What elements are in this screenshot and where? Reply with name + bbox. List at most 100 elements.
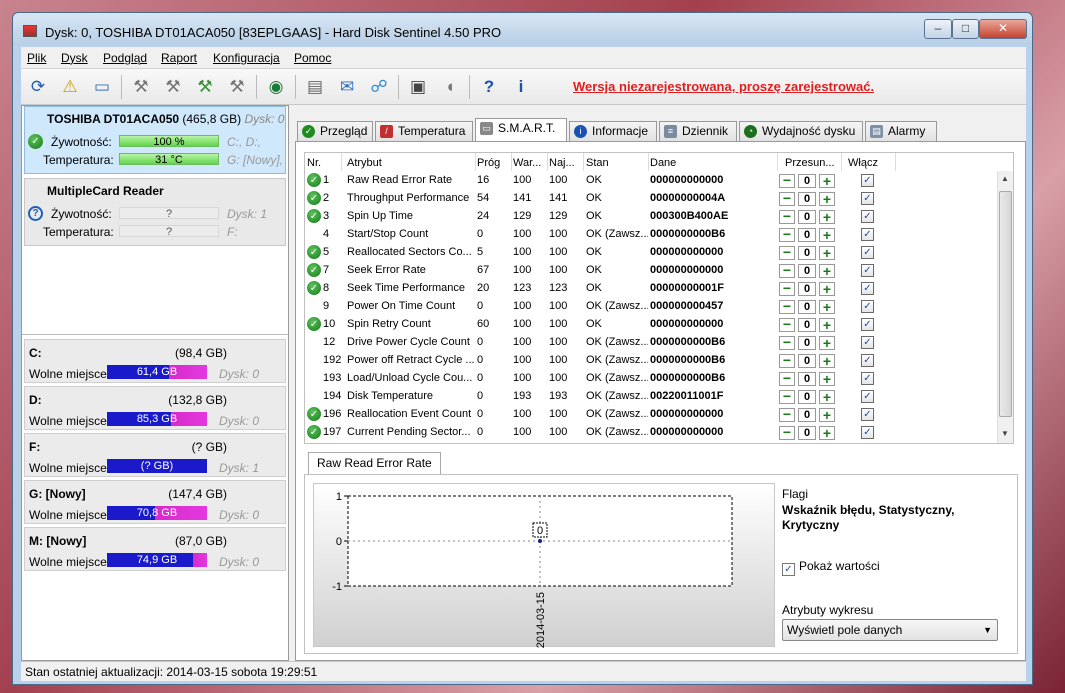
enable-checkbox[interactable]: ✓ [861,264,874,277]
offset-value[interactable]: 0 [798,426,816,440]
offset-plus-button[interactable]: + [819,210,835,224]
table-row[interactable]: 9 Power On Time Count 0 100 100 OK (Zawsz... 0… [305,297,997,315]
computer-icon[interactable]: ▣ [405,74,431,100]
column-header[interactable]: Dane [650,157,676,169]
enable-checkbox[interactable]: ✓ [861,228,874,241]
table-row[interactable]: ✓ 197 Current Pending Sector... 0 100 100 OK (… [305,423,997,441]
enable-checkbox[interactable]: ✓ [861,426,874,439]
tab-informacje[interactable]: i Informacje [569,121,657,141]
offset-plus-button[interactable]: + [819,426,835,440]
send-icon[interactable]: ✉ [334,74,360,100]
sound-icon[interactable]: ◖ [437,74,463,100]
column-header[interactable]: Włącz [848,157,878,169]
maximize-button[interactable]: □ [952,19,979,39]
globe-icon[interactable]: ◉ [263,74,289,100]
offset-minus-button[interactable]: − [779,192,795,206]
enable-checkbox[interactable]: ✓ [861,246,874,259]
unregistered-link[interactable]: Wersja niezarejestrowana, proszę zarejes… [573,79,874,94]
detail-tab[interactable]: Raw Read Error Rate [308,452,441,474]
offset-minus-button[interactable]: − [779,228,795,242]
offset-plus-button[interactable]: + [819,354,835,368]
title-bar[interactable]: Dysk: 0, TOSHIBA DT01ACA050 [83EPLGAAS] … [13,13,1032,45]
enable-checkbox[interactable]: ✓ [861,336,874,349]
offset-minus-button[interactable]: − [779,354,795,368]
info-icon[interactable]: i [508,74,534,100]
offset-plus-button[interactable]: + [819,390,835,404]
offset-plus-button[interactable]: + [819,408,835,422]
offset-minus-button[interactable]: − [779,318,795,332]
enable-checkbox[interactable]: ✓ [861,210,874,223]
offset-plus-button[interactable]: + [819,318,835,332]
table-row[interactable]: ✓ 1 Raw Read Error Rate 16 100 100 OK 000000000… [305,171,997,189]
column-header[interactable]: Stan [586,157,609,169]
report-icon[interactable]: ▤ [302,74,328,100]
column-header[interactable]: Próg [477,157,500,169]
scroll-down-icon[interactable]: ▼ [1001,429,1009,438]
disk-tool-3-icon[interactable]: ⚒ [192,74,218,100]
table-row[interactable]: ✓ 2 Throughput Performance 54 141 141 OK 000000… [305,189,997,207]
offset-minus-button[interactable]: − [779,210,795,224]
tab-alarmy[interactable]: ▤ Alarmy [865,121,937,141]
offset-value[interactable]: 0 [798,228,816,242]
enable-checkbox[interactable]: ✓ [861,318,874,331]
scroll-up-icon[interactable]: ▲ [1001,174,1009,183]
offset-value[interactable]: 0 [798,318,816,332]
offset-plus-button[interactable]: + [819,192,835,206]
partition-c[interactable]: C: (98,4 GB) Wolne miejsce 61,4 GB Dysk:… [24,339,286,383]
tab-przeglad[interactable]: ✓ Przegląd [297,121,373,141]
vertical-scrollbar[interactable]: ▲ ▼ [997,171,1013,443]
offset-plus-button[interactable]: + [819,300,835,314]
menu-raport[interactable]: Raport [161,51,197,65]
table-row[interactable]: ✓ 8 Seek Time Performance 20 123 123 OK 0000000… [305,279,997,297]
table-row[interactable]: 12 Drive Power Cycle Count 0 100 100 OK (Zaws… [305,333,997,351]
column-header[interactable]: Nr. [307,157,321,169]
offset-plus-button[interactable]: + [819,174,835,188]
table-row[interactable]: ✓ 3 Spin Up Time 24 129 129 OK 000300B400AE −0 + ✓ [305,207,997,225]
offset-value[interactable]: 0 [798,174,816,188]
offset-value[interactable]: 0 [798,246,816,260]
offset-plus-button[interactable]: + [819,282,835,296]
column-header[interactable]: Przesun... [785,157,835,169]
offset-value[interactable]: 0 [798,336,816,350]
scroll-thumb[interactable] [999,191,1012,417]
close-button[interactable]: ✕ [979,19,1027,39]
offset-value[interactable]: 0 [798,192,816,206]
offset-plus-button[interactable]: + [819,264,835,278]
network-icon[interactable]: ☍ [366,74,392,100]
tab-smart[interactable]: ▭ S.M.A.R.T. [475,118,567,142]
refresh-icon[interactable]: ⟳ [25,74,51,100]
help-icon[interactable]: ? [476,74,502,100]
disk-tool-1-icon[interactable]: ⚒ [128,74,154,100]
tab-wydajnosc[interactable]: ◔ Wydajność dysku [739,121,863,141]
offset-value[interactable]: 0 [798,408,816,422]
show-values-checkbox[interactable]: ✓ Pokaż wartości [782,559,880,576]
table-row[interactable]: ✓ 10 Spin Retry Count 60 100 100 OK 00000000000… [305,315,997,333]
offset-value[interactable]: 0 [798,390,816,404]
table-row[interactable]: 192 Power off Retract Cycle ... 0 100 100 OK … [305,351,997,369]
offset-plus-button[interactable]: + [819,372,835,386]
table-row[interactable]: 4 Start/Stop Count 0 100 100 OK (Zawsz... 0000… [305,225,997,243]
offset-minus-button[interactable]: − [779,390,795,404]
checkbox-checked-icon[interactable]: ✓ [782,563,795,576]
drive-icon[interactable]: ▭ [89,74,115,100]
partition-f[interactable]: F: (? GB) Wolne miejsce (? GB) Dysk: 1 [24,433,286,477]
disk-item-0[interactable]: TOSHIBA DT01ACA050 (465,8 GB) Dysk: 0 ✓ … [24,106,286,174]
enable-checkbox[interactable]: ✓ [861,354,874,367]
enable-checkbox[interactable]: ✓ [861,372,874,385]
menu-podglad[interactable]: Podgląd [103,51,147,65]
offset-minus-button[interactable]: − [779,174,795,188]
menu-dysk[interactable]: Dysk [61,51,88,65]
offset-minus-button[interactable]: − [779,246,795,260]
offset-minus-button[interactable]: − [779,408,795,422]
partition-m[interactable]: M: [Nowy] (87,0 GB) Wolne miejsce 74,9 G… [24,527,286,571]
partition-g[interactable]: G: [Nowy] (147,4 GB) Wolne miejsce 70,8 … [24,480,286,524]
offset-plus-button[interactable]: + [819,336,835,350]
table-row[interactable]: ✓ 196 Reallocation Event Count 0 100 100 OK (Z… [305,405,997,423]
table-row[interactable]: 193 Load/Unload Cycle Cou... 0 100 100 OK (Za… [305,369,997,387]
enable-checkbox[interactable]: ✓ [861,174,874,187]
offset-value[interactable]: 0 [798,210,816,224]
offset-plus-button[interactable]: + [819,246,835,260]
minimize-button[interactable]: – [924,19,952,39]
offset-value[interactable]: 0 [798,354,816,368]
offset-minus-button[interactable]: − [779,372,795,386]
